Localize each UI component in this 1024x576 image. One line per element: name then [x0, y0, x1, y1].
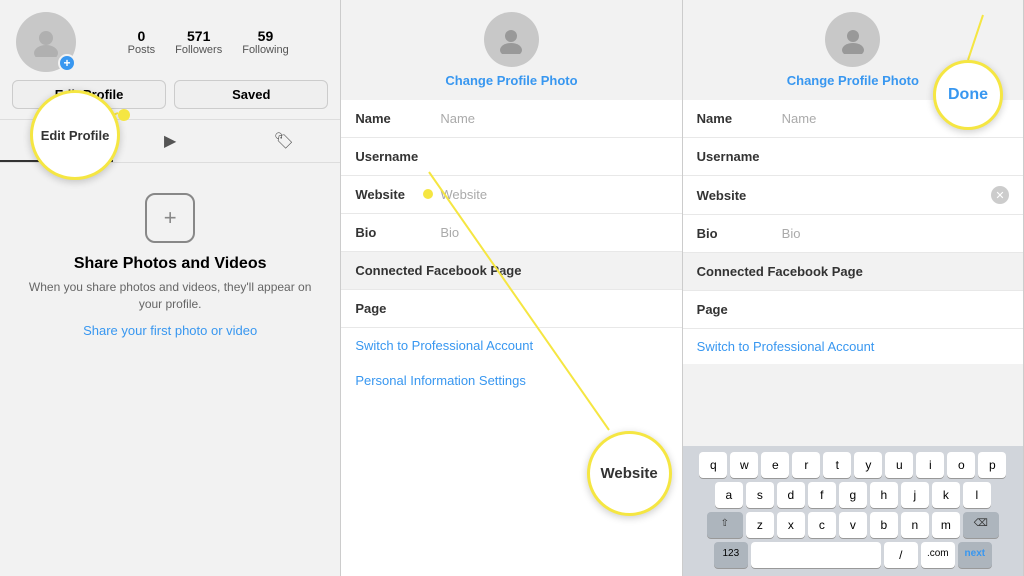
keyboard-row-1: q w e r t y u i o p [687, 452, 1019, 478]
key-s[interactable]: s [746, 482, 774, 508]
fb-page-row-3: Page [683, 291, 1023, 329]
annotation-dot-edit [118, 109, 130, 121]
key-f[interactable]: f [808, 482, 836, 508]
connected-fb-header-3: Connected Facebook Page [683, 253, 1023, 291]
key-l[interactable]: l [963, 482, 991, 508]
clear-website-button[interactable]: ✕ [991, 186, 1009, 204]
key-q[interactable]: q [699, 452, 727, 478]
bio-row: Bio Bio [341, 214, 681, 252]
key-v[interactable]: v [839, 512, 867, 538]
key-i[interactable]: i [916, 452, 944, 478]
key-e[interactable]: e [761, 452, 789, 478]
name-row: Name Name [341, 100, 681, 138]
space-key[interactable] [751, 542, 881, 568]
next-key[interactable]: next [958, 542, 992, 568]
switch-professional-link-3[interactable]: Switch to Professional Account [683, 329, 1023, 364]
key-j[interactable]: j [901, 482, 929, 508]
edit-profile-header: Change Profile Photo [341, 0, 681, 100]
edit-form-3: Name Name Username Website ✕ Bio Bio Con… [683, 100, 1023, 364]
done-annotation: Done [933, 60, 1003, 130]
key-o[interactable]: o [947, 452, 975, 478]
key-h[interactable]: h [870, 482, 898, 508]
fb-page-row: Page [341, 290, 681, 328]
key-u[interactable]: u [885, 452, 913, 478]
key-b[interactable]: b [870, 512, 898, 538]
key-k[interactable]: k [932, 482, 960, 508]
key-n[interactable]: n [901, 512, 929, 538]
key-z[interactable]: z [746, 512, 774, 538]
key-d[interactable]: d [777, 482, 805, 508]
panel-profile: + 0 Posts 571 Followers 59 Following Edi… [0, 0, 341, 576]
key-p[interactable]: p [978, 452, 1006, 478]
share-desc: When you share photos and videos, they'l… [20, 279, 320, 313]
dotcom-key[interactable]: .com [921, 542, 955, 568]
keyboard-row-3: ⇧ z x c v b n m ⌫ [687, 512, 1019, 538]
profile-content: + Share Photos and Videos When you share… [0, 163, 340, 576]
share-link[interactable]: Share your first photo or video [83, 323, 257, 338]
username-row: Username [341, 138, 681, 176]
key-a[interactable]: a [715, 482, 743, 508]
change-photo-link[interactable]: Change Profile Photo [445, 73, 577, 88]
backspace-key[interactable]: ⌫ [963, 512, 999, 538]
slash-key[interactable]: / [884, 542, 918, 568]
panel-edit-profile-keyboard: Change Profile Photo Name Name Username … [683, 0, 1024, 576]
shift-key[interactable]: ⇧ [707, 512, 743, 538]
key-r[interactable]: r [792, 452, 820, 478]
key-c[interactable]: c [808, 512, 836, 538]
share-icon: + [145, 193, 195, 243]
share-title: Share Photos and Videos [74, 255, 267, 273]
personal-info-link[interactable]: Personal Information Settings [341, 363, 681, 398]
key-m[interactable]: m [932, 512, 960, 538]
website-annotation: Website [587, 431, 672, 516]
panel-edit-profile: Change Profile Photo Name Name Username … [341, 0, 682, 576]
virtual-keyboard: q w e r t y u i o p a s d f g h j k l ⇧ … [683, 446, 1023, 576]
key-x[interactable]: x [777, 512, 805, 538]
edit-avatar-3 [825, 12, 880, 67]
keyboard-row-2: a s d f g h j k l [687, 482, 1019, 508]
username-row-3: Username [683, 138, 1023, 176]
website-row: Website Website [341, 176, 681, 214]
keyboard-row-4: 123 / .com next [687, 542, 1019, 568]
website-row-3: Website ✕ [683, 176, 1023, 215]
key-g[interactable]: g [839, 482, 867, 508]
key-w[interactable]: w [730, 452, 758, 478]
switch-professional-link[interactable]: Switch to Professional Account [341, 328, 681, 363]
key-t[interactable]: t [823, 452, 851, 478]
numbers-key[interactable]: 123 [714, 542, 748, 568]
bio-row-3: Bio Bio [683, 215, 1023, 253]
edit-profile-annotation: Edit Profile [30, 90, 120, 180]
connected-fb-header: Connected Facebook Page [341, 252, 681, 290]
edit-avatar [484, 12, 539, 67]
change-photo-link-3[interactable]: Change Profile Photo [787, 73, 919, 88]
key-y[interactable]: y [854, 452, 882, 478]
